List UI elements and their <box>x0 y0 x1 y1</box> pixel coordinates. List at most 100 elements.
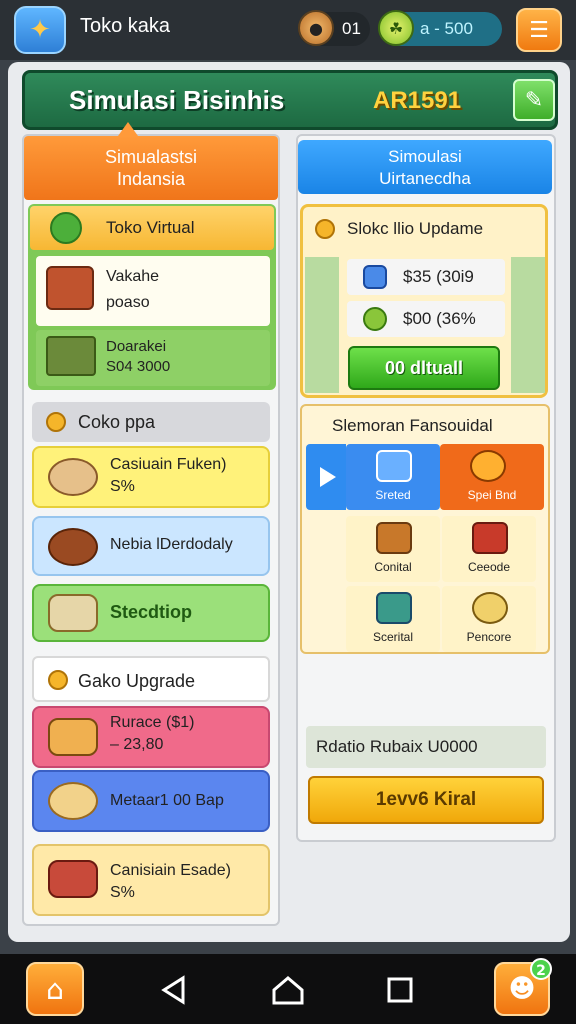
coin-icon <box>363 307 387 331</box>
list-item-nut[interactable]: Nebia lDerdodaly <box>32 516 270 576</box>
item1-name: Casiuain Fuken) <box>110 456 227 473</box>
document-icon <box>363 265 387 289</box>
play-icon[interactable] <box>306 444 346 510</box>
product-card-1[interactable]: Vakahe poaso <box>36 256 270 326</box>
card1-name: Vakahe <box>106 268 160 285</box>
resource-counter-2[interactable]: ☘ a - 500 <box>378 10 502 46</box>
tab-pointer <box>118 122 138 136</box>
confirm-button[interactable]: 1evv6 Kiral <box>308 776 544 824</box>
item3-name: Stecdtiop <box>110 602 193 622</box>
box-icon <box>472 522 508 554</box>
photo-icon <box>376 592 412 624</box>
item5-name: Metaar1 00 Bap <box>110 792 224 809</box>
cell-label: Spei Bnd <box>467 488 517 502</box>
card2-value: S04 3000 <box>106 358 171 375</box>
house-outline-icon <box>272 976 304 1005</box>
swirl-icon <box>470 450 506 482</box>
nut-icon <box>48 528 98 566</box>
upgrade-side-left <box>305 257 339 393</box>
gako-title: Gako Upgrade <box>78 671 196 691</box>
cell-label: Conital <box>374 560 412 574</box>
recents-button[interactable] <box>380 970 420 1010</box>
home-icon: ⌂ <box>46 972 64 1006</box>
calendar-icon <box>376 450 412 482</box>
user-icon: ☻ <box>508 974 536 1004</box>
coin-icon <box>46 412 66 432</box>
grid-cell-special[interactable]: Spei Bnd <box>440 444 544 510</box>
card1-value: poaso <box>106 294 150 311</box>
pencil-icon: ✎ <box>524 87 544 113</box>
coin-icon <box>315 219 335 239</box>
grid-cell-pencore[interactable]: Pencore <box>442 586 536 652</box>
resource1-value: 01 <box>342 19 361 38</box>
tab-left-line1: Simualastsi <box>104 147 198 167</box>
coko-title: Coko ppa <box>78 412 156 432</box>
wicker-basket-icon <box>48 782 98 820</box>
item2-name: Nebia lDerdodaly <box>110 536 233 553</box>
cake-icon <box>376 522 412 554</box>
hammer-icon <box>48 718 98 756</box>
item6-value: S% <box>110 884 135 901</box>
home-system-button[interactable] <box>268 970 308 1010</box>
app-title: Toko kaka <box>80 15 171 37</box>
grid-cell-scerital[interactable]: Scerital <box>346 586 440 652</box>
cell-label: Pencore <box>466 630 512 644</box>
chest-icon <box>48 860 98 898</box>
upgrade-title: Slokc llio Updame <box>347 219 484 238</box>
list-item-basket[interactable]: Metaar1 00 Bap <box>32 770 270 832</box>
back-icon <box>161 975 185 1005</box>
sandwich-icon <box>46 336 96 376</box>
coin-icon <box>48 670 68 690</box>
card2-name: Doarakei <box>106 338 167 355</box>
upgrade-row-2[interactable]: $00 (36% <box>347 301 505 337</box>
title-banner: Simulasi Bisinhis AR1591 ✎ <box>22 70 558 130</box>
upgrade-side-right <box>511 257 545 393</box>
list-item-upgrade[interactable]: Rurace ($1) – 23,80 <box>32 706 270 768</box>
cell-label: Sreted <box>375 488 411 502</box>
item4-value: – 23,80 <box>110 736 164 753</box>
bird-icon[interactable]: ✦ <box>14 6 66 54</box>
tab-left[interactable]: Simualastsi Indansia <box>24 136 278 200</box>
product-card-2[interactable]: Doarakei S04 3000 <box>36 330 270 386</box>
item4-name: Rurace ($1) <box>110 714 195 731</box>
list-item-bread[interactable]: Casiuain Fuken) S% <box>32 446 270 508</box>
list-item-chest[interactable]: Canisiain Esade) S% <box>32 844 270 916</box>
notification-badge: 2 <box>530 958 552 980</box>
toko-title: Toko Virtual <box>106 218 195 237</box>
bowl-icon: ● <box>298 10 334 46</box>
summary-row: Rdatio Rubaix U0000 <box>306 726 546 768</box>
basket-icon <box>46 266 94 310</box>
item6-name: Canisiain Esade) <box>110 862 231 879</box>
upgrade-row1-text: $35 (30i9 <box>403 267 474 286</box>
summary-text: Rdatio Rubaix U0000 <box>316 737 478 756</box>
leaf-icon <box>50 212 82 244</box>
grid-cell-conital[interactable]: Conital <box>346 516 440 582</box>
brush-icon <box>472 592 508 624</box>
back-button[interactable] <box>154 970 194 1010</box>
resource-counter-1[interactable]: ● 01 <box>298 10 370 46</box>
game-code: AR1591 <box>373 87 462 114</box>
square-icon <box>387 977 413 1003</box>
item1-value: S% <box>110 478 135 495</box>
grid-cell-started[interactable]: Sreted <box>346 444 440 510</box>
tab-right-line1: Simoulasi <box>388 147 462 166</box>
cell-label: Scerital <box>372 630 413 644</box>
upgrade-row-1[interactable]: $35 (30i9 <box>347 259 505 295</box>
grid-cell-ceeode[interactable]: Ceeode <box>442 516 536 582</box>
edit-button[interactable]: ✎ <box>513 79 555 121</box>
menu-icon: ☰ <box>529 17 549 43</box>
coko-section-header[interactable]: Coko ppa <box>32 402 270 442</box>
leaf-coin-icon: ☘ <box>378 10 414 46</box>
upgrade-button[interactable]: 00 dltuall <box>348 346 500 390</box>
tab-right[interactable]: Simoulasi Uirtanecdha <box>298 140 552 194</box>
menu-button[interactable]: ☰ <box>516 8 562 52</box>
toko-header[interactable]: Toko Virtual <box>30 206 274 250</box>
gako-section-header[interactable]: Gako Upgrade <box>32 656 270 702</box>
home-button[interactable]: ⌂ <box>26 962 84 1016</box>
list-item-box[interactable]: Stecdtiop <box>32 584 270 642</box>
cell-label: Ceeode <box>467 560 511 574</box>
page-title: Simulasi Bisinhis <box>69 85 285 115</box>
tab-left-line2: Indansia <box>116 169 186 189</box>
resource2-value: a - 500 <box>420 19 473 38</box>
slem-title: Slemoran Fansouidal <box>332 416 493 435</box>
